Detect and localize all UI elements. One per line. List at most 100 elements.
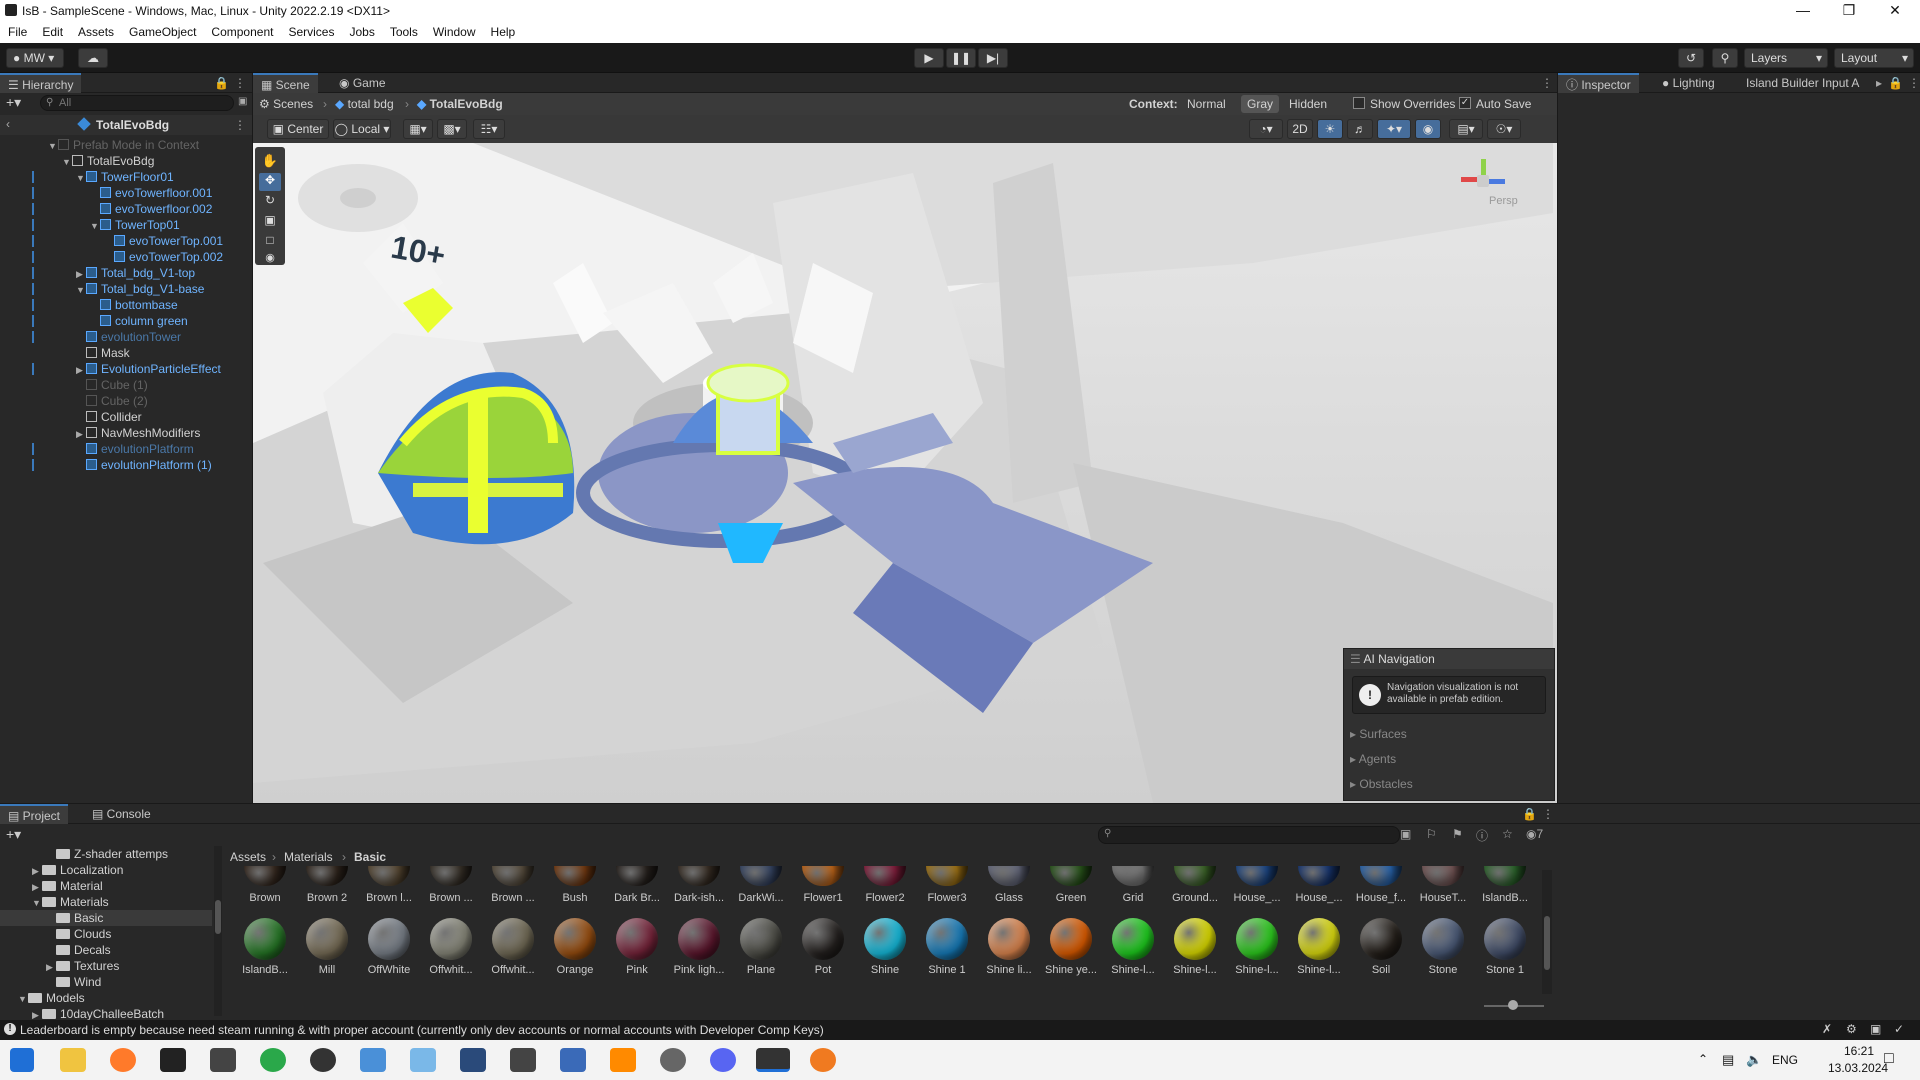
material-asset[interactable]: DarkWi... — [730, 866, 792, 904]
material-asset[interactable]: OffWhite — [358, 918, 420, 976]
tab-island-builder[interactable]: Island Builder Input A — [1738, 73, 1878, 93]
camera-icon[interactable]: ▤▾ — [1449, 119, 1483, 139]
pause-button[interactable]: ❚❚ — [946, 48, 976, 68]
tag-icon[interactable]: ⚑ — [1452, 827, 1463, 841]
material-asset[interactable]: IslandB... — [1474, 866, 1536, 904]
move-tool-icon[interactable]: ✥ — [259, 173, 281, 191]
hierarchy-item[interactable]: Mask — [0, 345, 252, 361]
menu-jobs[interactable]: Jobs — [341, 22, 381, 39]
expand-arrow-icon[interactable]: ▼ — [90, 218, 100, 234]
asset-grid-scrollbar[interactable] — [1542, 870, 1552, 994]
hierarchy-item[interactable]: ▼ Prefab Mode in Context — [0, 137, 252, 153]
kebab-menu-icon[interactable]: ⋮ — [234, 76, 246, 90]
material-asset[interactable]: Brown 2 — [296, 866, 358, 904]
settings-gear-icon[interactable] — [660, 1048, 686, 1072]
tab-lighting[interactable]: ● Lighting — [1654, 73, 1723, 93]
hierarchy-item[interactable]: ▶ EvolutionParticleEffect — [0, 361, 252, 377]
app-icon[interactable] — [310, 1048, 336, 1072]
expand-arrow-icon[interactable]: ▼ — [48, 138, 58, 154]
tray-chevron-icon[interactable]: ⌃ — [1698, 1052, 1708, 1066]
layers-dropdown[interactable]: Layers ▾ — [1744, 48, 1828, 68]
step-button[interactable]: ▶| — [978, 48, 1008, 68]
breadcrumb-total-bdg[interactable]: ◆ total bdg — [335, 97, 394, 111]
menu-tools[interactable]: Tools — [382, 22, 425, 39]
folder-item[interactable]: Z-shader attemps — [0, 846, 212, 862]
expand-arrow-icon[interactable]: ▼ — [18, 991, 28, 1007]
material-asset[interactable]: Offwhit... — [482, 918, 544, 976]
material-asset[interactable]: Pink — [606, 918, 668, 976]
file-explorer-icon[interactable] — [60, 1048, 86, 1072]
expand-arrow-icon[interactable]: ▶ — [32, 863, 42, 879]
material-asset[interactable]: Offwhit... — [420, 918, 482, 976]
snap-icon[interactable]: ▩▾ — [437, 119, 467, 139]
photo-editor-icon[interactable] — [460, 1048, 486, 1072]
material-asset[interactable]: Shine-l... — [1164, 918, 1226, 976]
notifications-icon[interactable]: ✓ — [1894, 1022, 1904, 1036]
folder-item[interactable]: Basic — [0, 910, 212, 926]
folder-item[interactable]: Clouds — [0, 926, 212, 942]
notification-center-icon[interactable]: □ — [1884, 1050, 1894, 1068]
material-asset[interactable]: Shine — [854, 918, 916, 976]
material-asset[interactable]: House_f... — [1350, 866, 1412, 904]
image-viewer-icon[interactable] — [360, 1048, 386, 1072]
material-asset[interactable]: House_... — [1226, 866, 1288, 904]
minimize-button[interactable]: — — [1780, 0, 1826, 22]
material-asset[interactable]: Shine ye... — [1040, 918, 1102, 976]
ai-navigation-title[interactable]: ☰ AI Navigation — [1344, 649, 1554, 669]
cloud-icon[interactable]: ☁ — [78, 48, 108, 68]
menu-component[interactable]: Component — [203, 22, 280, 39]
material-asset[interactable]: IslandB... — [234, 918, 296, 976]
material-asset[interactable]: Dark Br... — [606, 866, 668, 904]
material-asset[interactable]: Brown l... — [358, 866, 420, 904]
project-search-input[interactable] — [1098, 826, 1400, 844]
firefox-icon[interactable] — [110, 1048, 136, 1072]
favorite-star-icon[interactable]: ☆ — [1502, 827, 1513, 841]
hand-tool-icon[interactable]: ✋ — [259, 153, 281, 171]
discord-icon[interactable] — [710, 1048, 736, 1072]
hierarchy-item[interactable]: evoTowerfloor.001 — [0, 185, 252, 201]
expand-arrow-icon[interactable]: ▼ — [76, 170, 86, 186]
expand-arrow-icon[interactable]: ▶ — [76, 266, 86, 282]
kebab-menu-icon[interactable]: ⋮ — [1541, 76, 1553, 90]
effects-icon[interactable]: ✦▾ — [1377, 119, 1411, 139]
tab-overflow-icon[interactable]: ▸ — [1876, 76, 1882, 90]
search-by-label-icon[interactable]: ⚐ — [1426, 827, 1437, 841]
scale-tool-icon[interactable]: ▣ — [259, 213, 281, 231]
notes-icon[interactable] — [410, 1048, 436, 1072]
breadcrumb-current[interactable]: ◆ TotalEvoBdg — [417, 97, 503, 111]
tab-project[interactable]: ▤ Project — [0, 804, 69, 824]
draw-mode-icon[interactable]: ◔▾ — [1249, 119, 1283, 139]
lock-icon[interactable]: 🔒 — [1888, 76, 1903, 90]
start-windows-icon[interactable] — [10, 1048, 34, 1072]
search-by-type-icon[interactable]: ▣ — [1400, 827, 1411, 841]
folder-item[interactable]: ▶ Textures — [0, 958, 212, 974]
clock-date[interactable]: 13.03.2024 — [1828, 1061, 1888, 1075]
2d-toggle[interactable]: 2D — [1287, 119, 1313, 139]
context-normal[interactable]: Normal — [1187, 97, 1226, 111]
hierarchy-item[interactable]: Cube (2) — [0, 393, 252, 409]
hierarchy-item[interactable]: ▼ TowerTop01 — [0, 217, 252, 233]
material-asset[interactable]: Dark-ish... — [668, 866, 730, 904]
network-icon[interactable]: ▣ — [1870, 1022, 1881, 1036]
language-indicator[interactable]: ENG — [1772, 1053, 1798, 1067]
persp-label[interactable]: Persp — [1489, 195, 1518, 207]
material-asset[interactable]: Shine-l... — [1226, 918, 1288, 976]
expand-arrow-icon[interactable]: ▶ — [46, 959, 56, 975]
calculator-icon[interactable] — [560, 1048, 586, 1072]
hidden-packages-icon[interactable]: ◉7 — [1526, 827, 1543, 841]
clock-time[interactable]: 16:21 — [1844, 1044, 1874, 1058]
folder-item[interactable]: ▼ Materials — [0, 894, 212, 910]
material-asset[interactable]: House_... — [1288, 866, 1350, 904]
thumbnail-size-slider[interactable] — [1484, 1000, 1544, 1010]
breadcrumb-scenes[interactable]: ⚙ Scenes — [259, 97, 313, 111]
blender-icon[interactable] — [810, 1048, 836, 1072]
hierarchy-item[interactable]: evoTowerTop.001 — [0, 233, 252, 249]
material-asset[interactable]: Flower3 — [916, 866, 978, 904]
maximize-button[interactable]: ❐ — [1826, 0, 1872, 22]
expand-arrow-icon[interactable]: ▼ — [76, 282, 86, 298]
folder-item[interactable]: Wind — [0, 974, 212, 990]
material-asset[interactable]: Plane — [730, 918, 792, 976]
ide-icon[interactable] — [510, 1048, 536, 1072]
gizmos-icon[interactable]: ☉▾ — [1487, 119, 1521, 139]
asset-path-materials[interactable]: Materials — [284, 850, 333, 864]
